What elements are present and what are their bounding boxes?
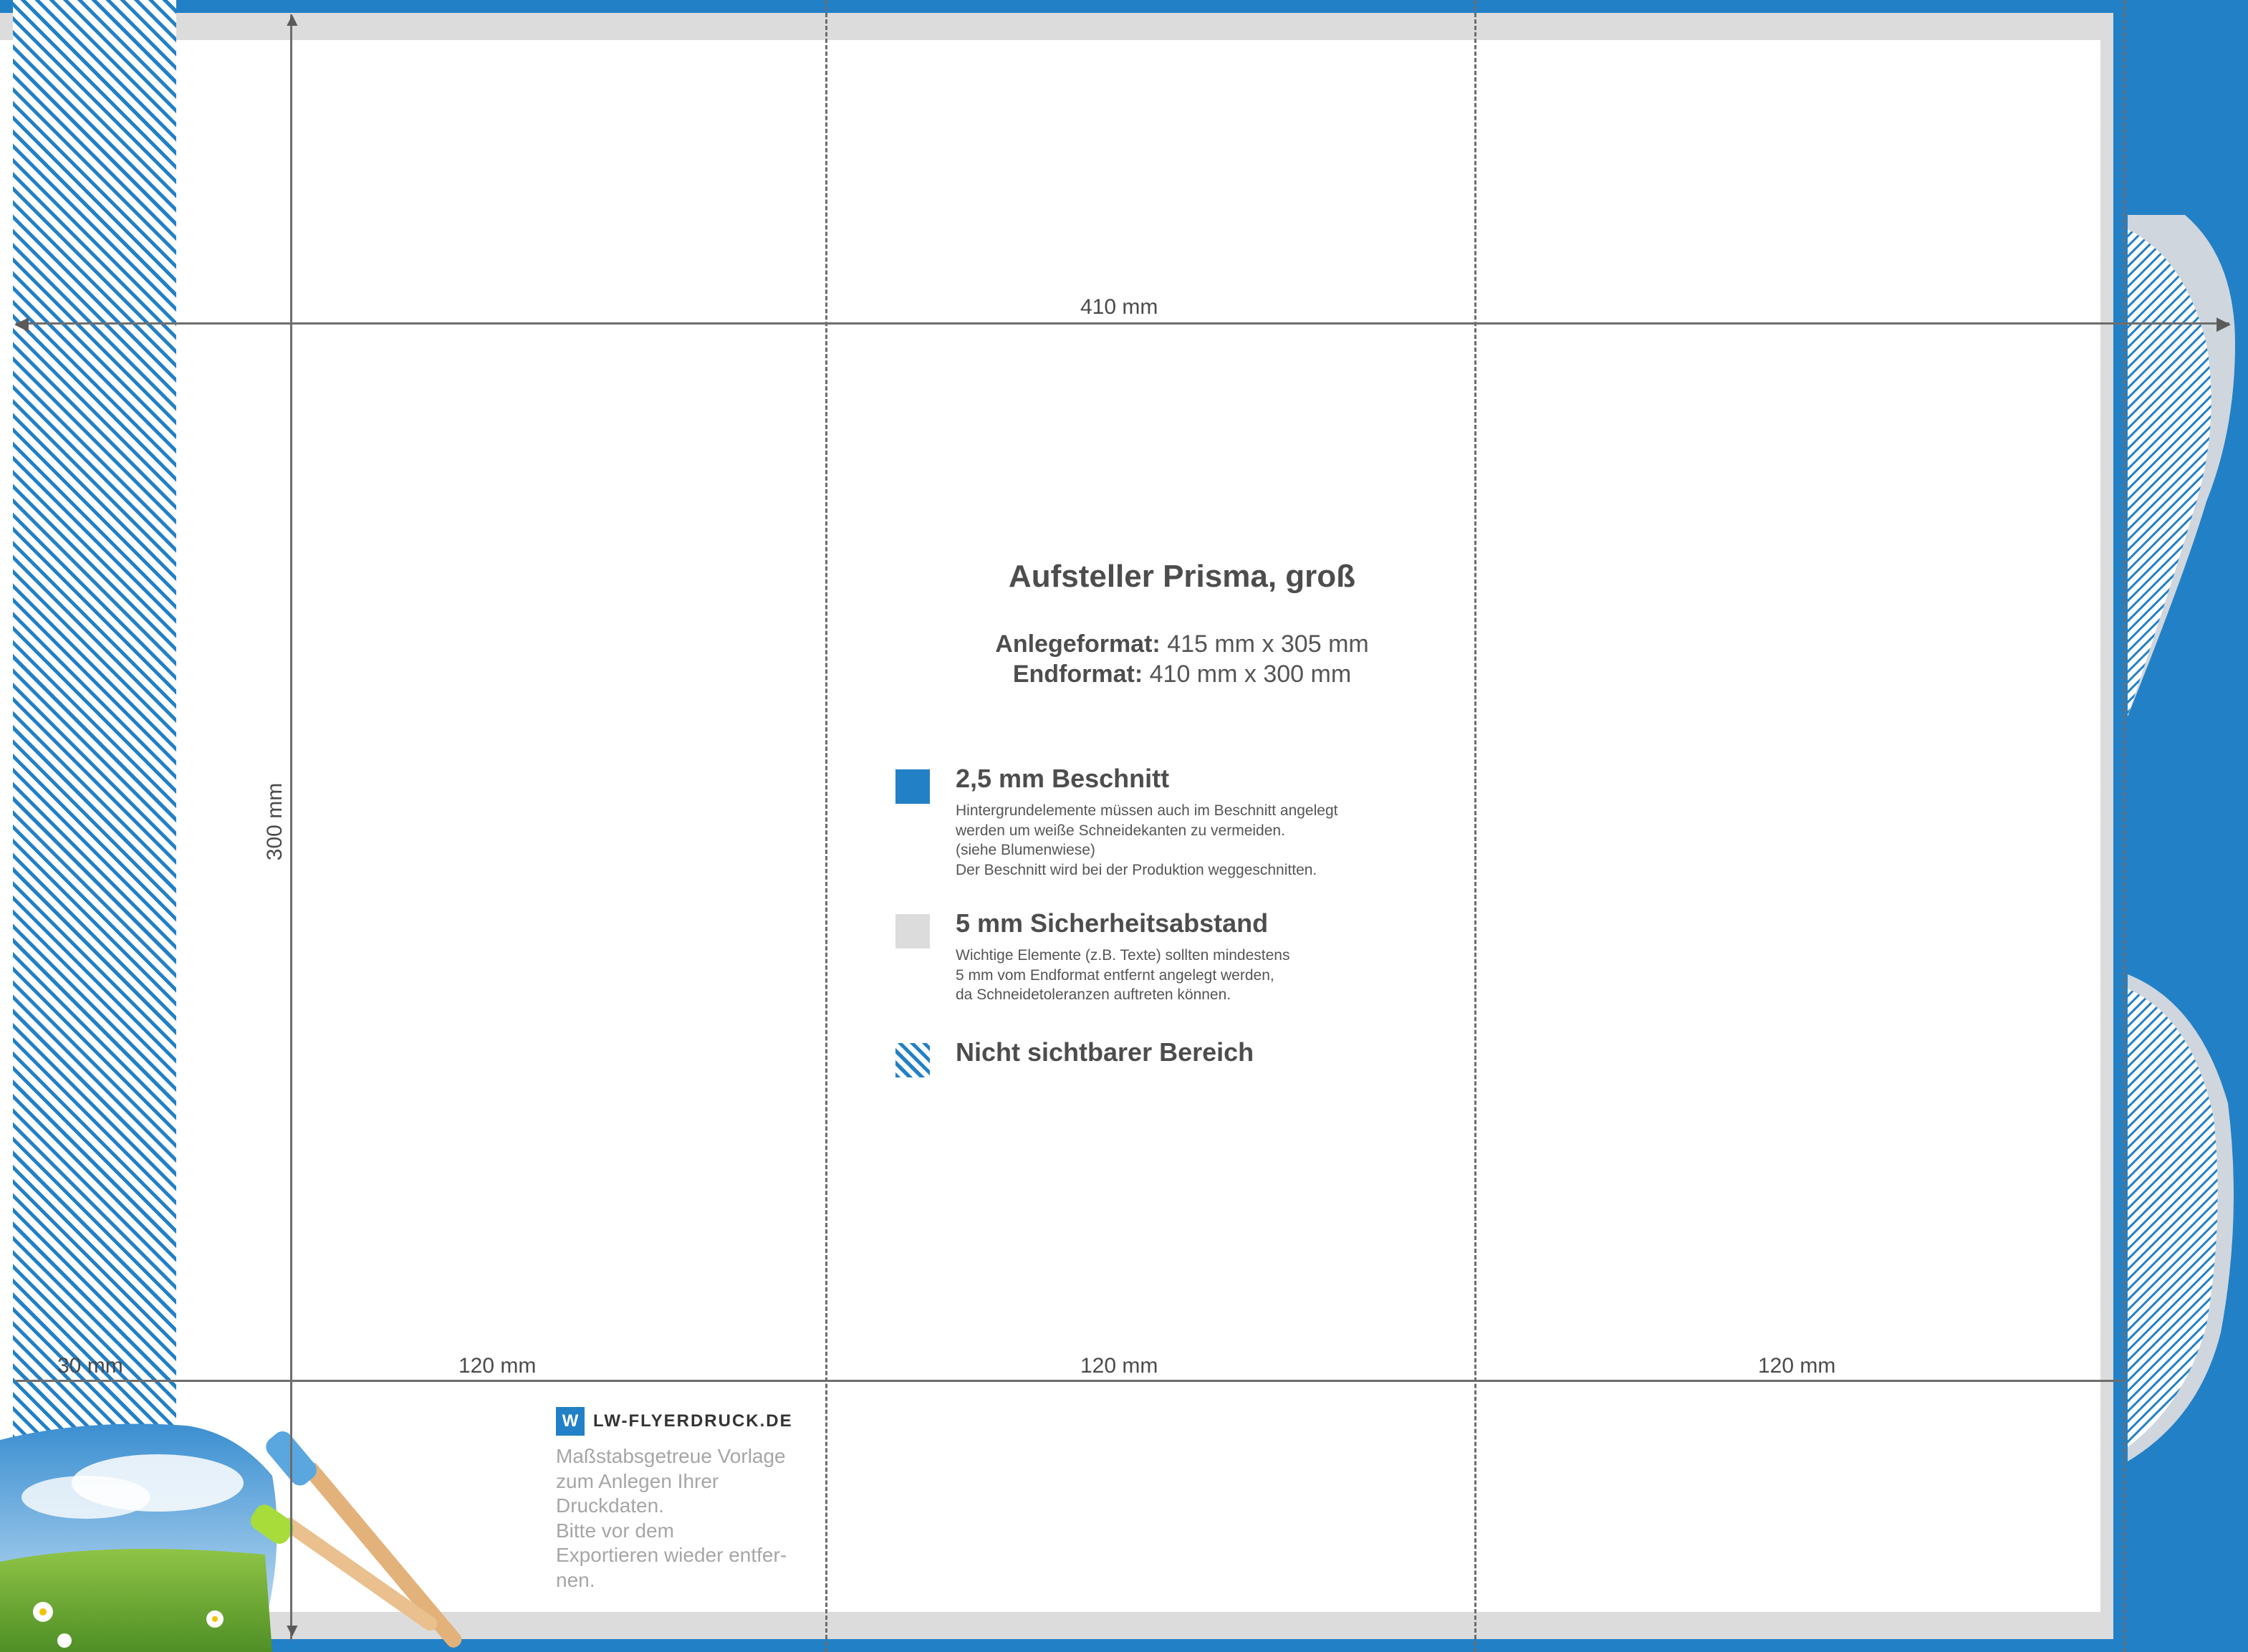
width-measure-line [16, 322, 2229, 325]
grey-square-icon [895, 914, 930, 949]
endformat-value: 410 mm x 300 mm [1149, 661, 1352, 688]
paintbrush-icon [266, 1431, 462, 1648]
anlegeformat-label: Anlegeformat: [995, 630, 1161, 658]
panel-measure-line [16, 1380, 2123, 1382]
anlegeformat-value: 415 mm x 305 mm [1167, 630, 1369, 658]
panel-1-width-label: 120 mm [458, 1354, 537, 1378]
arrow-up-icon: ▲ [283, 9, 302, 30]
arrow-down-icon: ▼ [283, 1619, 302, 1641]
legend-sicherheit-title: 5 mm Sicherheitsabstand [956, 908, 1269, 938]
brand-note: Maßstabsgetreue Vorlage zum Anlegen Ihre… [556, 1445, 787, 1591]
endformat-label: Endformat: [1012, 661, 1143, 688]
paintbrush-icon [250, 1504, 438, 1631]
arrow-right-icon: ▶ [2216, 312, 2231, 334]
legend-beschnitt-title: 2,5 mm Beschnitt [956, 764, 1170, 793]
fold-line-1 [825, 0, 827, 1652]
height-measure-line [290, 14, 292, 1641]
brand-name: LW-FLYERDRUCK.DE [593, 1411, 793, 1431]
meadow-brushes-image [0, 1423, 462, 1652]
fold-line-2 [1474, 0, 1476, 1652]
legend-nicht-sichtbar-title: Nicht sichtbarer Bereich [956, 1037, 1254, 1067]
arrow-left-icon: ◀ [14, 312, 29, 334]
legend-beschnitt-text: Hintergrundelemente müssen auch im Besch… [956, 802, 1338, 878]
height-label: 300 mm [263, 782, 287, 861]
total-width-label: 410 mm [1080, 295, 1158, 319]
right-hatched-tabs [2128, 215, 2235, 1461]
blue-square-icon [895, 769, 930, 804]
fold-line-3 [2123, 0, 2125, 1652]
legend-sicherheit-text: Wichtige Elemente (z.B. Texte) sollten m… [956, 947, 1290, 1003]
hatched-square-icon [895, 1043, 930, 1077]
panel-3-width-label: 120 mm [1758, 1354, 1836, 1378]
lw-logo-icon: W [556, 1407, 585, 1436]
left-panel-width-label: 30 mm [57, 1354, 123, 1378]
document-title: Aufsteller Prisma, groß [1008, 559, 1356, 594]
panel-2-width-label: 120 mm [1080, 1354, 1158, 1378]
anlegeformat-line: Anlegeformat: 415 mm x 305 mm [967, 630, 1397, 658]
endformat-line: Endformat: 410 mm x 300 mm [967, 661, 1397, 688]
